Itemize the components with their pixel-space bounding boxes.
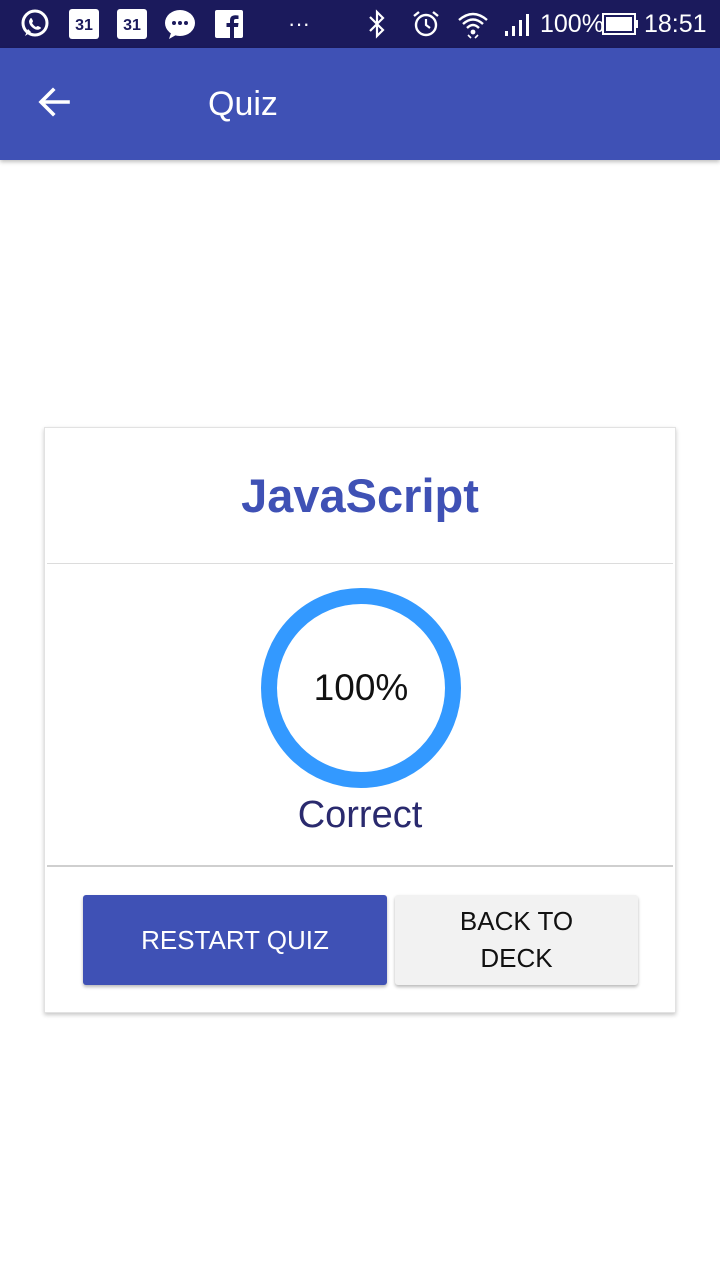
result-label: Correct <box>297 794 423 836</box>
facebook-icon <box>214 8 244 40</box>
deck-title: JavaScript <box>241 469 479 522</box>
divider <box>47 563 673 564</box>
back-to-deck-label: BACK TO DECK <box>459 906 574 973</box>
more-notifications-icon: ··· <box>288 11 310 36</box>
calendar-day: 31 <box>117 9 147 39</box>
divider <box>47 865 673 867</box>
app-bar: Quiz <box>0 48 720 160</box>
clock-time: 18:51 <box>644 10 707 38</box>
score-percent: 100% <box>313 667 409 708</box>
back-to-deck-button[interactable]: BACK TO DECK <box>395 895 638 985</box>
whatsapp-icon <box>18 8 52 40</box>
page-title: Quiz <box>208 85 278 123</box>
quiz-result-card: JavaScript 100% Correct RESTART QUIZ BAC… <box>44 427 676 1013</box>
bluetooth-icon <box>364 8 390 40</box>
signal-icon <box>502 8 536 40</box>
calendar-icon: 31 <box>116 8 148 40</box>
restart-quiz-button[interactable]: RESTART QUIZ <box>83 895 387 985</box>
alarm-icon <box>410 8 442 40</box>
calendar-day: 31 <box>69 9 99 39</box>
battery-percent: 100% <box>540 10 604 38</box>
battery-icon <box>602 8 640 40</box>
arrow-back-icon <box>36 84 72 125</box>
status-bar: 31 31 ··· 100% 18:51 <box>0 0 720 48</box>
wifi-icon <box>456 8 490 40</box>
calendar-icon: 31 <box>68 8 100 40</box>
back-button[interactable] <box>22 72 86 136</box>
messenger-icon <box>162 8 198 40</box>
